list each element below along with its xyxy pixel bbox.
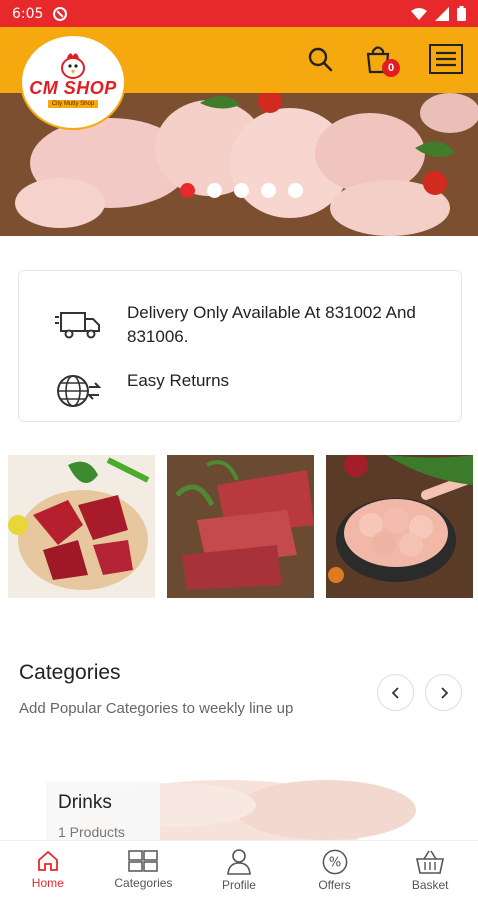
carousel-dots — [180, 183, 303, 198]
bottom-navigation: Home Categories Profile % Offers Basket — [0, 840, 478, 900]
nav-basket[interactable]: Basket — [382, 841, 478, 900]
globe-exchange-icon — [57, 375, 101, 407]
person-icon — [227, 849, 251, 875]
signal-icon — [435, 6, 449, 21]
percent-icon: % — [322, 849, 347, 875]
category-card[interactable]: Drinks 1 Products — [46, 782, 160, 844]
category-name: Drinks — [58, 792, 112, 813]
grid-icon — [128, 850, 159, 872]
nav-profile[interactable]: Profile — [191, 841, 287, 900]
carousel-dot[interactable] — [180, 183, 195, 198]
cart-count-badge: 0 — [382, 59, 400, 77]
nav-home[interactable]: Home — [0, 841, 96, 900]
carousel-dot[interactable] — [207, 183, 222, 198]
categories-subtitle: Add Popular Categories to weekly line up — [19, 700, 294, 717]
battery-icon — [457, 6, 466, 21]
logo-tagline: City Mutty Shop — [47, 100, 99, 108]
promo-thumbnails — [8, 455, 473, 598]
carousel-dot[interactable] — [261, 183, 276, 198]
menu-button[interactable] — [428, 41, 464, 77]
chevron-left-icon — [391, 686, 399, 699]
basket-icon — [416, 850, 445, 874]
promo-thumbnail[interactable] — [8, 455, 155, 598]
promo-thumbnail[interactable] — [326, 455, 473, 598]
category-product-count: 1 Products — [58, 824, 125, 840]
status-time: 6:05 — [12, 5, 44, 22]
mutton-pieces-image — [8, 455, 155, 598]
promo-thumbnail[interactable] — [167, 455, 314, 598]
svg-text:%: % — [328, 856, 340, 871]
dnd-icon — [53, 6, 68, 21]
search-icon — [308, 47, 333, 72]
nav-home-label: Home — [31, 876, 64, 890]
returns-info-text: Easy Returns — [127, 371, 230, 390]
nav-categories-label: Categories — [114, 876, 173, 890]
nav-offers-label: Offers — [318, 878, 351, 892]
shop-logo[interactable]: CM SHOP City Mutty Shop — [20, 34, 126, 130]
beef-slices-image — [167, 455, 314, 598]
search-button[interactable] — [302, 41, 338, 77]
nav-basket-label: Basket — [411, 878, 449, 892]
nav-profile-label: Profile — [221, 878, 256, 892]
delivery-info-text: Delivery Only Available At 831002 And 83… — [127, 303, 416, 346]
categories-title: Categories — [19, 661, 121, 684]
nav-offers[interactable]: % Offers — [287, 841, 383, 900]
delivery-truck-icon — [55, 312, 100, 339]
categories-next-button[interactable] — [425, 674, 462, 711]
chicken-mascot-icon — [61, 53, 85, 79]
info-card: Delivery Only Available At 831002 And 83… — [18, 270, 462, 422]
home-icon — [37, 850, 58, 871]
categories-prev-button[interactable] — [377, 674, 414, 711]
status-icons — [411, 6, 466, 21]
chicken-bowl-image — [326, 455, 473, 598]
nav-categories[interactable]: Categories — [96, 841, 192, 900]
chevron-right-icon — [440, 686, 448, 699]
menu-icon — [429, 44, 463, 74]
logo-text: CM SHOP — [29, 78, 117, 98]
cart-button[interactable]: 0 — [360, 41, 400, 77]
delivery-info-row: Delivery Only Available At 831002 And 83… — [55, 301, 427, 349]
wifi-icon — [411, 7, 427, 20]
status-bar: 6:05 — [0, 0, 478, 27]
returns-info-row: Easy Returns — [55, 371, 427, 409]
carousel-dot[interactable] — [234, 183, 249, 198]
carousel-dot[interactable] — [288, 183, 303, 198]
